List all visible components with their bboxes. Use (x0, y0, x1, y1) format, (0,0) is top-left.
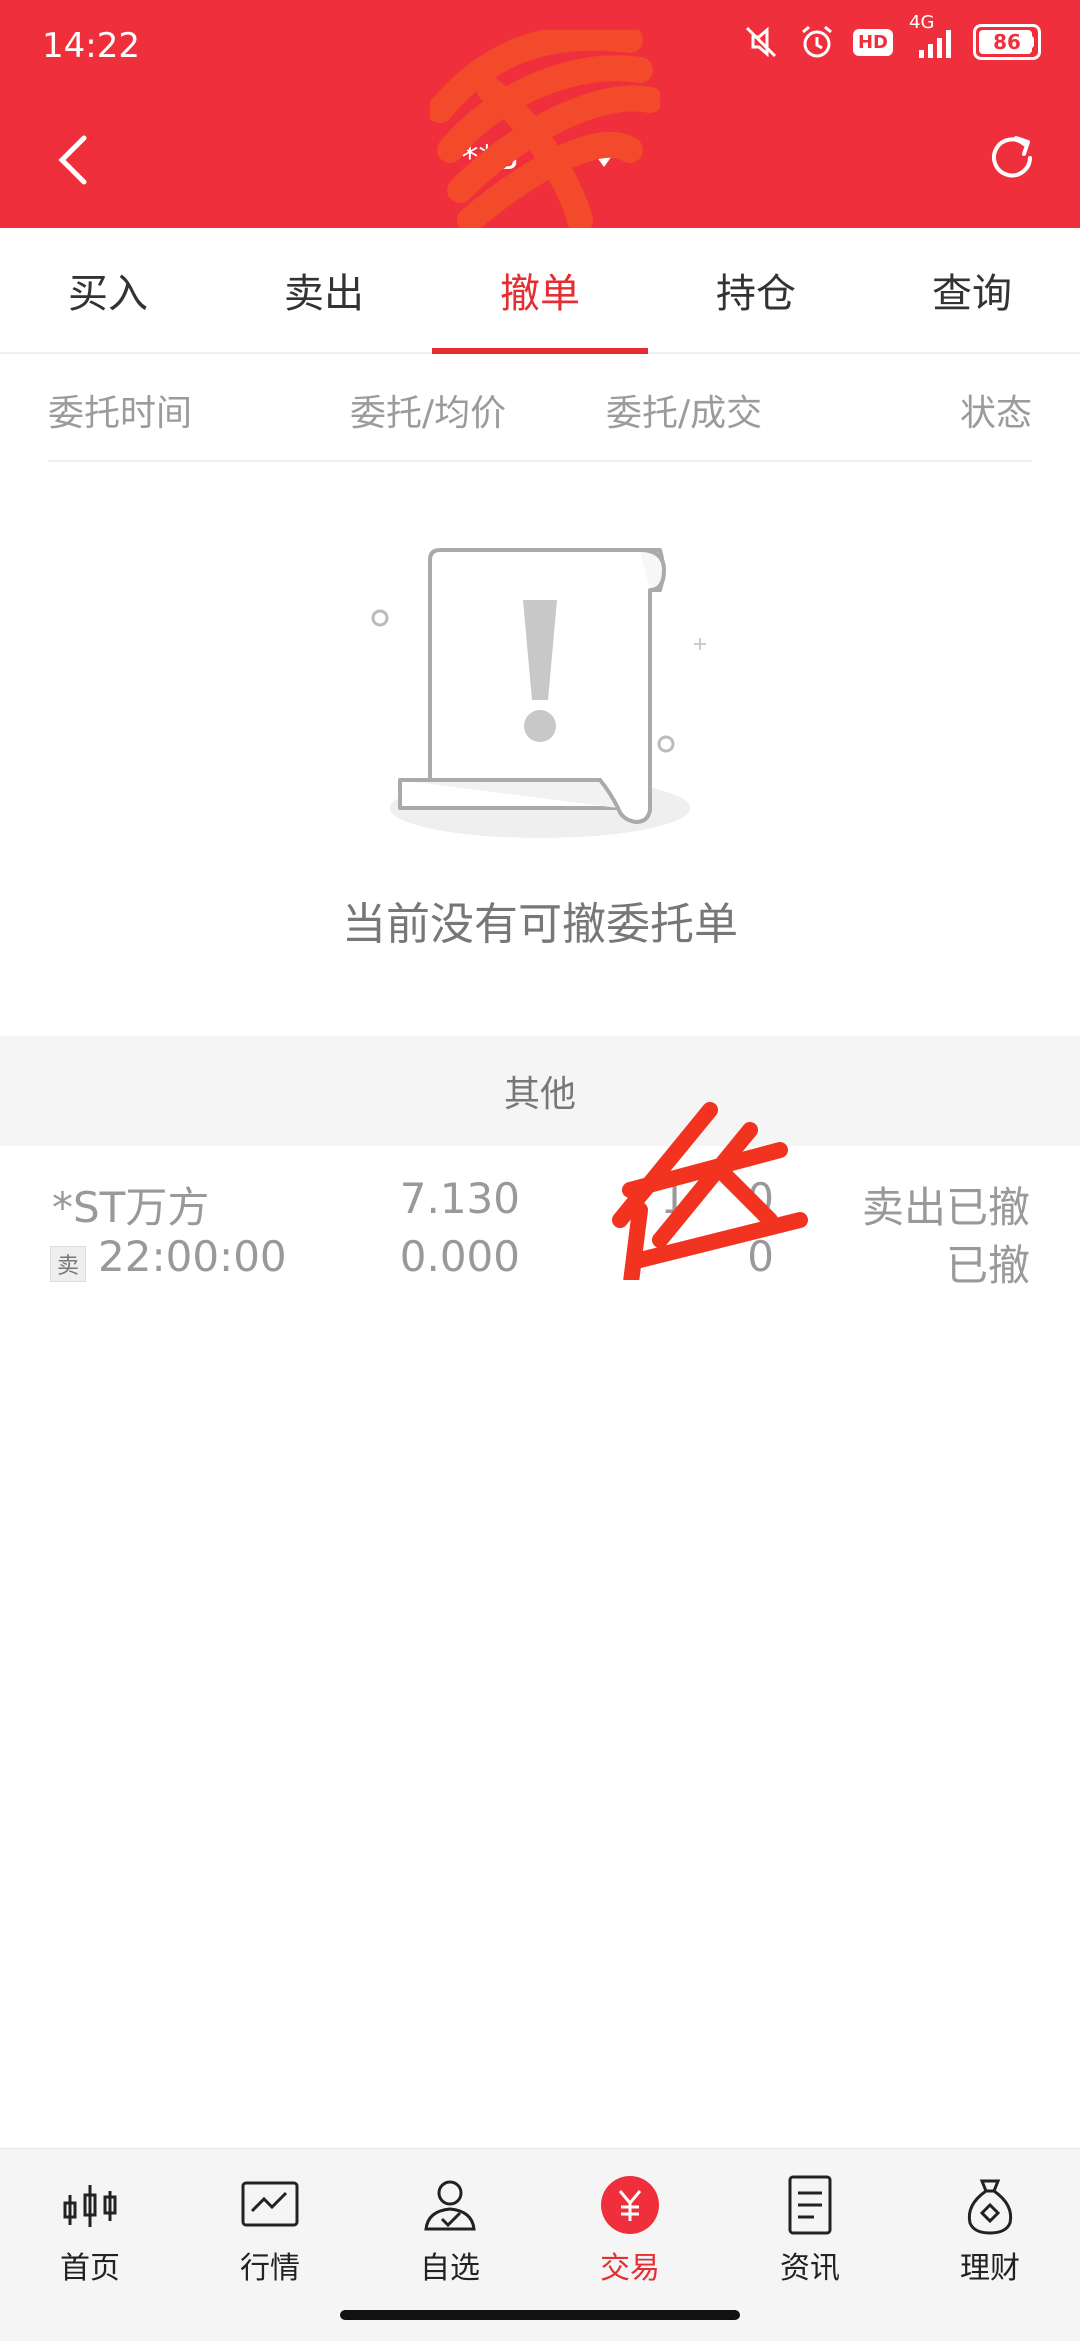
tab-cancel-order[interactable]: 撤单 (432, 228, 648, 354)
document-icon (780, 2175, 840, 2235)
home-indicator[interactable] (340, 2310, 740, 2320)
other-section-header: 其他 (0, 1036, 1080, 1146)
average-price: 0.000 (399, 1232, 520, 1281)
tab-buy[interactable]: 买入 (0, 228, 216, 352)
nav-news[interactable]: 资讯 (720, 2149, 900, 2341)
refresh-icon (992, 136, 1032, 178)
column-header-volume: 委托/成交 (606, 393, 763, 434)
empty-document-illustration (371, 548, 706, 838)
side-badge: 卖 (50, 1246, 86, 1282)
nav-market-label: 行情 (240, 2251, 300, 2286)
nav-watchlist-label: 自选 (420, 2251, 480, 2286)
refresh-button[interactable] (982, 128, 1042, 188)
yen-circle-icon (600, 2175, 660, 2235)
quantity-redaction-scribble (612, 1102, 808, 1280)
trade-tabs: 买入 卖出 撤单 持仓 查询 (0, 228, 1080, 354)
column-header-row: 委托时间 委托/均价 委托/成交 状态 (48, 352, 1032, 462)
nav-market[interactable]: 行情 (180, 2149, 360, 2341)
tab-sell[interactable]: 卖出 (216, 228, 432, 352)
nav-wealth-label: 理财 (960, 2251, 1020, 2286)
battery-icon: 86 (973, 22, 1041, 62)
column-header-status: 状态 (959, 393, 1032, 434)
alarm-icon (797, 22, 837, 62)
chevron-left-icon (58, 135, 87, 185)
status-time: 14:22 (42, 26, 140, 66)
order-row[interactable]: *ST万方 卖 22:00:00 7.130 0.000 10 0 卖出已撤 已… (0, 1146, 1080, 1306)
app-header: 14:22 HD 4G 86 **B 乎 (0, 0, 1080, 230)
mute-icon (741, 22, 781, 62)
nav-home-label: 首页 (60, 2251, 120, 2286)
stock-name: *ST万方 (52, 1183, 210, 1232)
redaction-scribble (430, 30, 660, 230)
nav-trade-label: 交易 (600, 2251, 660, 2286)
order-substatus: 已撤 (945, 1241, 1030, 1290)
empty-state-message: 当前没有可撤委托单 (342, 899, 738, 950)
tab-holdings[interactable]: 持仓 (648, 228, 864, 352)
column-header-price: 委托/均价 (350, 393, 507, 434)
back-button[interactable] (50, 130, 100, 190)
tab-query[interactable]: 查询 (864, 228, 1080, 352)
nav-home[interactable]: 首页 (0, 2149, 180, 2341)
status-icons: HD 4G 86 (741, 12, 1041, 62)
column-header-time: 委托时间 (48, 393, 193, 434)
signal-icon: 4G (909, 12, 957, 62)
nav-wealth[interactable]: 理财 (900, 2149, 1080, 2341)
order-status: 卖出已撤 (861, 1183, 1030, 1232)
order-price: 7.130 (399, 1174, 520, 1223)
candlestick-icon (60, 2175, 120, 2235)
hd-icon: HD (852, 22, 893, 62)
user-check-icon (420, 2175, 480, 2235)
money-bag-icon (960, 2175, 1020, 2235)
nav-news-label: 资讯 (780, 2251, 840, 2286)
order-time: 22:00:00 (98, 1232, 287, 1281)
chart-line-icon (240, 2175, 300, 2235)
